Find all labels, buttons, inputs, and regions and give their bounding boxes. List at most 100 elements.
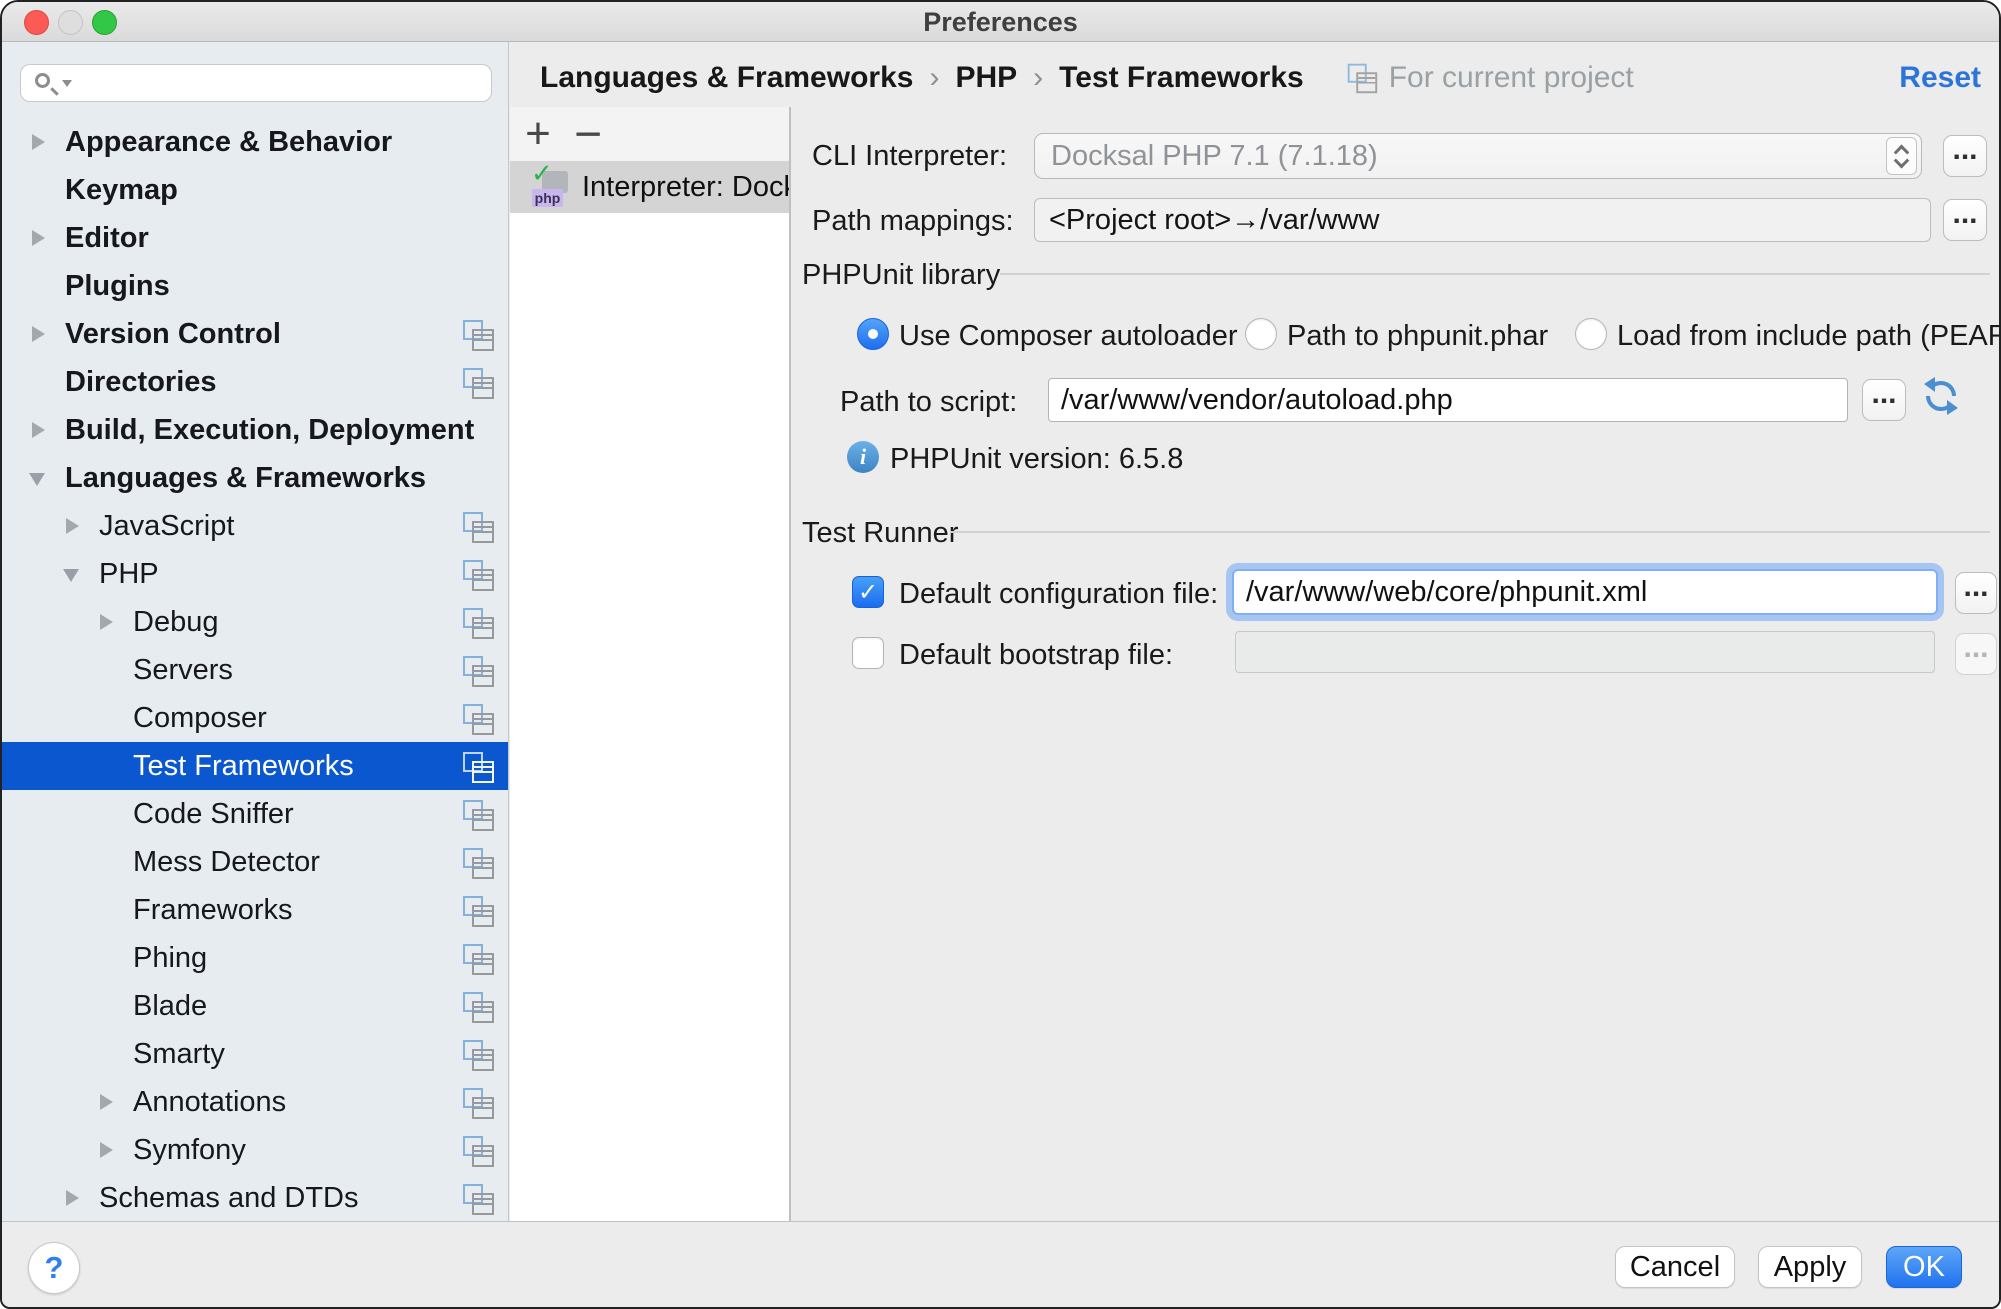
chevron-right-icon[interactable] bbox=[96, 1092, 116, 1112]
reset-button[interactable]: Reset bbox=[1899, 61, 1981, 95]
sidebar-item-languages-frameworks[interactable]: Languages & Frameworks bbox=[2, 454, 509, 502]
default-bootstrap-file-checkbox[interactable] bbox=[852, 637, 884, 669]
sidebar-item-editor[interactable]: Editor bbox=[2, 214, 509, 262]
sidebar-item-debug[interactable]: Debug bbox=[2, 598, 509, 646]
chevron-right-icon[interactable] bbox=[96, 1140, 116, 1160]
sidebar-item-build-execution-deployment[interactable]: Build, Execution, Deployment bbox=[2, 406, 509, 454]
test-runner-section-title: Test Runner bbox=[802, 517, 958, 550]
tree-arrow-spacer bbox=[28, 372, 48, 392]
chevron-right-icon[interactable] bbox=[28, 132, 48, 152]
scope-label: For current project bbox=[1389, 61, 1634, 95]
path-to-script-browse-button[interactable]: ... bbox=[1862, 379, 1906, 421]
project-settings-icon bbox=[462, 943, 493, 974]
interpreter-list-panel: + − ✓ php Interpreter: Dock bbox=[510, 107, 791, 1221]
remove-interpreter-button[interactable]: − bbox=[566, 107, 610, 161]
chevron-down-icon[interactable] bbox=[62, 564, 82, 584]
sidebar-item-composer[interactable]: Composer bbox=[2, 694, 509, 742]
cancel-button[interactable]: Cancel bbox=[1615, 1246, 1735, 1288]
chevron-right-icon[interactable] bbox=[62, 1188, 82, 1208]
breadcrumb-separator: › bbox=[1033, 61, 1043, 95]
sidebar-item-label: Composer bbox=[133, 702, 462, 735]
tree-arrow-spacer bbox=[28, 180, 48, 200]
default-configuration-file-input[interactable] bbox=[1232, 569, 1938, 615]
project-settings-icon bbox=[462, 847, 493, 878]
radio-load-from-include-path-label[interactable]: Load from include path (PEAR) bbox=[1617, 319, 2001, 353]
sidebar-item-code-sniffer[interactable]: Code Sniffer bbox=[2, 790, 509, 838]
sidebar-item-test-frameworks[interactable]: Test Frameworks bbox=[2, 742, 509, 790]
project-settings-icon bbox=[462, 511, 493, 542]
project-settings-icon bbox=[462, 1135, 493, 1166]
default-bootstrap-file-input bbox=[1235, 631, 1935, 673]
breadcrumb-item-test-frameworks[interactable]: Test Frameworks bbox=[1059, 61, 1304, 95]
chevron-right-icon[interactable] bbox=[28, 324, 48, 344]
sidebar-tree: Appearance & BehaviorKeymapEditor Plugins… bbox=[2, 118, 509, 1221]
add-interpreter-button[interactable]: + bbox=[516, 107, 560, 161]
sidebar-item-directories[interactable]: Directories bbox=[2, 358, 509, 406]
default-bootstrap-file-label[interactable]: Default bootstrap file: bbox=[899, 638, 1173, 672]
sidebar-item-label: Code Sniffer bbox=[133, 798, 462, 831]
sidebar-item-javascript[interactable]: JavaScript bbox=[2, 502, 509, 550]
default-configuration-file-label[interactable]: Default configuration file: bbox=[899, 577, 1218, 611]
sidebar-item-label: Symfony bbox=[133, 1134, 462, 1167]
default-bootstrap-file-browse-button: ... bbox=[1955, 633, 1997, 675]
sidebar-item-keymap[interactable]: Keymap bbox=[2, 166, 509, 214]
path-to-script-label: Path to script: bbox=[840, 385, 1017, 419]
apply-button[interactable]: Apply bbox=[1758, 1246, 1862, 1288]
preferences-window: Preferences Appearance & BehaviorKeymapE… bbox=[0, 0, 2001, 1309]
tree-arrow-spacer bbox=[96, 708, 116, 728]
sidebar: Appearance & BehaviorKeymapEditor Plugins… bbox=[2, 42, 509, 1221]
sidebar-item-label: Plugins bbox=[65, 270, 493, 303]
default-configuration-file-browse-button[interactable]: ... bbox=[1955, 572, 1997, 614]
sidebar-item-annotations[interactable]: Annotations bbox=[2, 1078, 509, 1126]
interpreter-toolbar: + − bbox=[510, 107, 789, 161]
default-configuration-file-checkbox[interactable]: ✓ bbox=[852, 576, 884, 608]
php-interpreter-icon: ✓ php bbox=[532, 167, 570, 207]
breadcrumb-item-languages-frameworks[interactable]: Languages & Frameworks bbox=[540, 61, 913, 95]
sidebar-item-servers[interactable]: Servers bbox=[2, 646, 509, 694]
project-settings-icon bbox=[462, 799, 493, 830]
interpreter-item-label: Interpreter: Dock bbox=[582, 171, 789, 204]
chevron-right-icon[interactable] bbox=[28, 420, 48, 440]
ok-button[interactable]: OK bbox=[1886, 1246, 1962, 1288]
sidebar-item-mess-detector[interactable]: Mess Detector bbox=[2, 838, 509, 886]
sidebar-item-php[interactable]: PHP bbox=[2, 550, 509, 598]
cli-interpreter-select[interactable]: Docksal PHP 7.1 (7.1.18) bbox=[1034, 133, 1922, 179]
path-to-script-input[interactable] bbox=[1048, 378, 1848, 422]
chevron-right-icon[interactable] bbox=[62, 516, 82, 536]
sidebar-item-blade[interactable]: Blade bbox=[2, 982, 509, 1030]
sidebar-item-appearance-behavior[interactable]: Appearance & Behavior bbox=[2, 118, 509, 166]
sidebar-item-frameworks[interactable]: Frameworks bbox=[2, 886, 509, 934]
chevron-right-icon[interactable] bbox=[96, 612, 116, 632]
sidebar-item-label: Debug bbox=[133, 606, 462, 639]
radio-load-from-include-path[interactable] bbox=[1575, 318, 1607, 350]
radio-use-composer-autoloader[interactable] bbox=[857, 318, 889, 350]
search-options-chevron-icon[interactable] bbox=[62, 80, 72, 87]
sidebar-item-phing[interactable]: Phing bbox=[2, 934, 509, 982]
interpreter-list-item[interactable]: ✓ php Interpreter: Dock bbox=[510, 161, 789, 213]
tree-arrow-spacer bbox=[96, 1044, 116, 1064]
path-mappings-browse-button[interactable]: ... bbox=[1943, 199, 1987, 241]
sidebar-item-label: JavaScript bbox=[99, 510, 462, 543]
cli-interpreter-browse-button[interactable]: ... bbox=[1943, 135, 1987, 177]
phpunit-version-text: PHPUnit version: 6.5.8 bbox=[890, 443, 1183, 476]
project-settings-icon bbox=[462, 319, 493, 350]
sidebar-item-symfony[interactable]: Symfony bbox=[2, 1126, 509, 1174]
chevron-down-icon[interactable] bbox=[28, 468, 48, 488]
sidebar-item-smarty[interactable]: Smarty bbox=[2, 1030, 509, 1078]
radio-path-to-phpunit-phar-label[interactable]: Path to phpunit.phar bbox=[1287, 319, 1548, 353]
search-icon bbox=[35, 73, 50, 88]
breadcrumb-item-php[interactable]: PHP bbox=[955, 61, 1017, 95]
refresh-icon[interactable] bbox=[1920, 375, 1962, 417]
path-mappings-field[interactable]: <Project root>→/var/www bbox=[1034, 198, 1931, 242]
settings-form: CLI Interpreter: Docksal PHP 7.1 (7.1.18… bbox=[792, 107, 2001, 1221]
sidebar-item-version-control[interactable]: Version Control bbox=[2, 310, 509, 358]
project-settings-icon bbox=[462, 607, 493, 638]
sidebar-item-schemas-and-dtds[interactable]: Schemas and DTDs bbox=[2, 1174, 509, 1221]
help-button[interactable]: ? bbox=[28, 1242, 80, 1294]
settings-search-input[interactable] bbox=[20, 64, 492, 102]
radio-path-to-phpunit-phar[interactable] bbox=[1245, 318, 1277, 350]
combo-stepper-icon[interactable] bbox=[1886, 137, 1917, 175]
sidebar-item-plugins[interactable]: Plugins bbox=[2, 262, 509, 310]
radio-use-composer-autoloader-label[interactable]: Use Composer autoloader bbox=[899, 319, 1238, 353]
chevron-right-icon[interactable] bbox=[28, 228, 48, 248]
